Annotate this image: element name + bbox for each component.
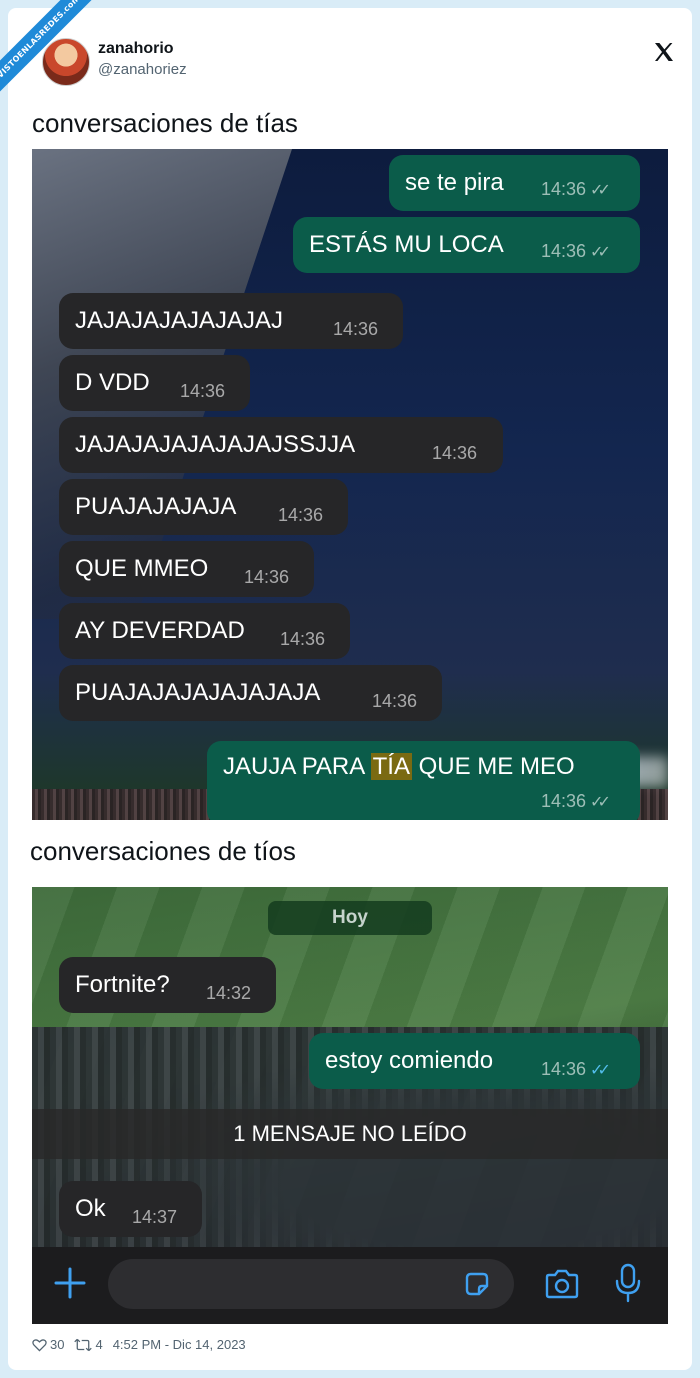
avatar[interactable] bbox=[42, 38, 90, 86]
message-bubble-out[interactable]: estoy comiendo 14:36 ✓✓ bbox=[309, 1033, 640, 1089]
date-separator: Hoy bbox=[268, 901, 432, 935]
message-bubble-in[interactable]: Fortnite? 14:32 bbox=[59, 957, 276, 1013]
message-text: estoy comiendo bbox=[325, 1047, 494, 1074]
message-time: 14:36 ✓✓ bbox=[541, 1059, 611, 1079]
message-bubble-in[interactable]: AY DEVERDAD 14:36 bbox=[59, 603, 350, 659]
plus-icon[interactable] bbox=[52, 1265, 88, 1301]
message-time: 14:32 bbox=[206, 983, 252, 1003]
user-handle[interactable]: @zanahoriez bbox=[98, 61, 187, 78]
message-text: PUAJAJAJAJAJAJAJA bbox=[75, 679, 321, 706]
message-bubble-in[interactable]: D VDD 14:36 bbox=[59, 355, 250, 411]
message-text: JAJAJAJAJAJAJAJ bbox=[75, 307, 284, 334]
message-text: ESTÁS MU LOCA bbox=[309, 231, 504, 258]
like-count: 30 bbox=[50, 1337, 65, 1352]
message-bubble-in[interactable]: PUAJAJAJAJAJAJAJA 14:36 bbox=[59, 665, 442, 721]
retweet-count: 4 bbox=[95, 1337, 103, 1352]
message-time: 14:36 bbox=[278, 505, 324, 525]
double-check-read-icon: ✓✓ bbox=[590, 1062, 611, 1079]
mic-icon[interactable] bbox=[614, 1263, 642, 1303]
message-text: D VDD bbox=[75, 369, 150, 396]
retweet-icon bbox=[74, 1338, 93, 1351]
double-check-icon: ✓✓ bbox=[590, 244, 611, 261]
camera-icon[interactable] bbox=[544, 1269, 580, 1299]
unread-separator: 1 MENSAJE NO LEÍDO bbox=[32, 1109, 668, 1159]
sticker-icon[interactable] bbox=[462, 1269, 492, 1299]
message-composer bbox=[32, 1247, 668, 1324]
message-text: QUE MMEO bbox=[75, 555, 209, 582]
message-bubble-in[interactable]: Ok 14:37 bbox=[59, 1181, 202, 1237]
message-text: AY DEVERDAD bbox=[75, 617, 245, 644]
chat-screenshot-guys: Hoy Fortnite? 14:32 estoy comiendo 14:36… bbox=[32, 887, 668, 1324]
message-time: 14:36 bbox=[180, 381, 226, 401]
caption-girls: conversaciones de tías bbox=[32, 108, 298, 138]
message-text: Fortnite? bbox=[75, 971, 170, 998]
message-time: 14:36 bbox=[432, 443, 478, 463]
message-text: se te pira bbox=[405, 169, 504, 196]
message-time: 14:36 bbox=[372, 691, 418, 711]
message-bubble-out[interactable]: se te pira 14:36 ✓✓ bbox=[389, 155, 640, 211]
message-text: JAUJA PARA TÍA QUE ME MEO bbox=[223, 753, 575, 780]
caption-guys: conversaciones de tíos bbox=[30, 836, 296, 866]
message-bubble-out[interactable]: ESTÁS MU LOCA 14:36 ✓✓ bbox=[293, 217, 640, 273]
chat-screenshot-girls: se te pira 14:36 ✓✓ ESTÁS MU LOCA 14:36 ✓✓… bbox=[32, 149, 668, 820]
heart-icon bbox=[32, 1338, 47, 1352]
retweet-stat[interactable]: 4 bbox=[74, 1337, 103, 1352]
double-check-icon: ✓✓ bbox=[590, 182, 611, 199]
message-bubble-in[interactable]: QUE MMEO 14:36 bbox=[59, 541, 314, 597]
double-check-icon: ✓✓ bbox=[590, 794, 611, 811]
message-text: JAJAJAJAJAJAJAJSSJJA bbox=[75, 431, 356, 458]
like-stat[interactable]: 30 bbox=[32, 1337, 64, 1352]
message-bubble-in[interactable]: JAJAJAJAJAJAJAJSSJJA 14:36 bbox=[59, 417, 503, 473]
message-time: 14:37 bbox=[132, 1207, 178, 1227]
message-time: 14:36 bbox=[333, 319, 379, 339]
search-highlight: TÍA bbox=[370, 753, 412, 780]
tweet-footer: 30 4 4:52 PM - Dic 14, 2023 bbox=[32, 1337, 246, 1352]
tweet-timestamp[interactable]: 4:52 PM - Dic 14, 2023 bbox=[113, 1337, 246, 1352]
x-logo-icon[interactable] bbox=[652, 40, 676, 64]
message-bubble-in[interactable]: PUAJAJAJAJA 14:36 bbox=[59, 479, 348, 535]
message-text: PUAJAJAJAJA bbox=[75, 493, 237, 520]
message-time: 14:36 bbox=[244, 567, 290, 587]
username[interactable]: zanahorio bbox=[98, 40, 174, 58]
message-input[interactable] bbox=[108, 1259, 514, 1309]
message-bubble-in[interactable]: JAJAJAJAJAJAJAJ 14:36 bbox=[59, 293, 403, 349]
message-time: 14:36 bbox=[280, 629, 326, 649]
message-bubble-out[interactable]: JAUJA PARA TÍA QUE ME MEO 14:36 ✓✓ bbox=[207, 741, 640, 820]
message-time: 14:36 ✓✓ bbox=[541, 791, 611, 811]
message-text: Ok bbox=[75, 1195, 106, 1222]
message-time: 14:36 ✓✓ bbox=[541, 241, 611, 261]
message-time: 14:36 ✓✓ bbox=[541, 179, 611, 199]
